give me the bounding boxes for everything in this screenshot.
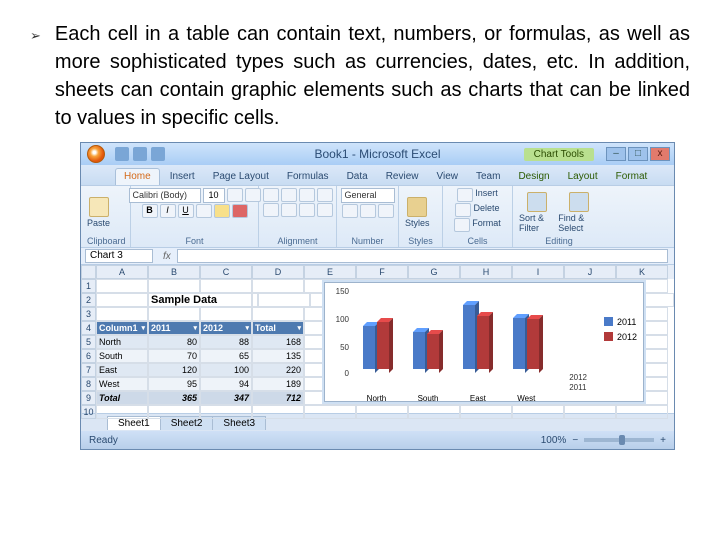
- tab-format[interactable]: Format: [608, 169, 656, 185]
- align-center-icon[interactable]: [281, 203, 297, 217]
- align-right-icon[interactable]: [299, 203, 315, 217]
- tab-formulas[interactable]: Formulas: [279, 169, 337, 185]
- embedded-chart[interactable]: 150 100 50 0 NorthSout: [324, 282, 644, 402]
- chart-y-axis: 150 100 50 0: [327, 287, 349, 379]
- chart-x-axis: NorthSouthEastWest: [351, 394, 551, 403]
- status-bar: Ready 100% − +: [81, 431, 674, 449]
- tab-layout[interactable]: Layout: [560, 169, 606, 185]
- tab-design[interactable]: Design: [510, 169, 557, 185]
- fill-color-icon[interactable]: [214, 204, 230, 218]
- align-top-icon[interactable]: [263, 188, 279, 202]
- italic-button[interactable]: I: [160, 204, 176, 218]
- ribbon-tabs: Home Insert Page Layout Formulas Data Re…: [81, 165, 674, 185]
- percent-icon[interactable]: [360, 204, 376, 218]
- chart-tools-label: Chart Tools: [524, 148, 594, 161]
- align-middle-icon[interactable]: [281, 188, 297, 202]
- qat-redo-icon[interactable]: [151, 147, 165, 161]
- align-left-icon[interactable]: [263, 203, 279, 217]
- group-number: Number: [343, 236, 392, 247]
- insert-cells-button[interactable]: Insert: [457, 188, 498, 202]
- formula-input[interactable]: [177, 249, 668, 263]
- group-font: Font: [137, 236, 252, 247]
- format-icon: [454, 218, 470, 232]
- slide-text: Each cell in a table can contain text, n…: [55, 20, 690, 132]
- tab-view[interactable]: View: [428, 169, 466, 185]
- row-headers: 12345678910: [81, 265, 96, 413]
- chart-legend: 2011 2012: [604, 313, 637, 345]
- bullet-icon: ➢: [30, 28, 41, 44]
- font-color-icon[interactable]: [232, 204, 248, 218]
- name-box[interactable]: Chart 3: [85, 249, 153, 263]
- quick-access-toolbar: [111, 147, 165, 161]
- paste-icon: [89, 197, 109, 217]
- tab-data[interactable]: Data: [339, 169, 376, 185]
- zoom-in-icon[interactable]: +: [660, 435, 666, 446]
- table-title: Sample Data: [148, 293, 252, 307]
- styles-icon: [407, 197, 427, 217]
- group-alignment: Alignment: [265, 236, 330, 247]
- delete-icon: [455, 203, 471, 217]
- office-button[interactable]: [81, 143, 111, 165]
- bold-button[interactable]: B: [142, 204, 158, 218]
- ribbon: Paste Clipboard Calibri (Body)10 BIU Fon…: [81, 185, 674, 247]
- excel-window: Book1 - Microsoft Excel Chart Tools – □ …: [80, 142, 675, 450]
- tab-home[interactable]: Home: [115, 168, 160, 185]
- column-headers: ABCDEFGHIJK: [96, 265, 674, 279]
- currency-icon[interactable]: [342, 204, 358, 218]
- grow-font-icon[interactable]: [227, 188, 243, 202]
- paste-button[interactable]: Paste: [87, 197, 110, 228]
- qat-undo-icon[interactable]: [133, 147, 147, 161]
- zoom-level: 100%: [541, 435, 567, 446]
- office-logo-icon: [87, 145, 105, 163]
- group-cells: Cells: [449, 236, 506, 247]
- align-bottom-icon[interactable]: [299, 188, 315, 202]
- border-icon[interactable]: [196, 204, 212, 218]
- underline-button[interactable]: U: [178, 204, 194, 218]
- tab-page-layout[interactable]: Page Layout: [205, 169, 277, 185]
- maximize-button[interactable]: □: [628, 147, 648, 161]
- group-editing: Editing: [519, 236, 599, 247]
- sort-filter-button[interactable]: Sort & Filter: [519, 192, 555, 233]
- insert-icon: [457, 188, 473, 202]
- tab-team[interactable]: Team: [468, 169, 508, 185]
- group-styles: Styles: [405, 236, 436, 247]
- delete-cells-button[interactable]: Delete: [455, 203, 499, 217]
- sort-icon: [527, 192, 547, 212]
- comma-icon[interactable]: [378, 204, 394, 218]
- worksheet-grid[interactable]: 12345678910 ABCDEFGHIJK Sample Data Colu…: [81, 265, 674, 413]
- font-size-select[interactable]: 10: [203, 188, 225, 203]
- find-select-button[interactable]: Find & Select: [558, 192, 599, 233]
- tab-review[interactable]: Review: [378, 169, 427, 185]
- wrap-text-icon[interactable]: [317, 188, 333, 202]
- qat-save-icon[interactable]: [115, 147, 129, 161]
- merge-icon[interactable]: [317, 203, 333, 217]
- window-title: Book1 - Microsoft Excel: [314, 147, 440, 161]
- minimize-button[interactable]: –: [606, 147, 626, 161]
- zoom-out-icon[interactable]: −: [572, 435, 578, 446]
- number-format-select[interactable]: General: [341, 188, 395, 203]
- tab-insert[interactable]: Insert: [162, 169, 203, 185]
- chart-bars: [351, 289, 551, 369]
- group-clipboard: Clipboard: [87, 236, 124, 247]
- zoom-slider[interactable]: [584, 438, 654, 442]
- font-name-select[interactable]: Calibri (Body): [129, 188, 201, 203]
- find-icon: [569, 192, 589, 212]
- status-ready: Ready: [89, 435, 118, 446]
- format-cells-button[interactable]: Format: [454, 218, 501, 232]
- close-button[interactable]: x: [650, 147, 670, 161]
- fx-icon[interactable]: fx: [157, 251, 177, 262]
- chart-depth-labels: 2012 2011: [569, 373, 587, 393]
- styles-button[interactable]: Styles: [405, 197, 430, 228]
- titlebar: Book1 - Microsoft Excel Chart Tools – □ …: [81, 143, 674, 165]
- formula-bar: Chart 3 fx: [81, 247, 674, 265]
